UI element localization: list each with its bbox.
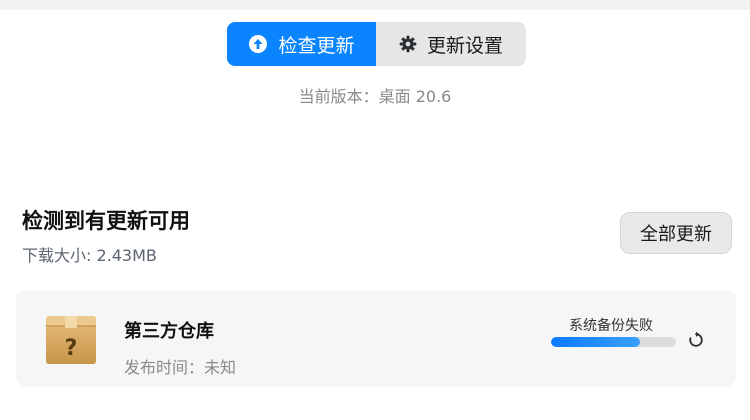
status-text: 系统备份失败 [569,318,653,334]
retry-icon[interactable] [687,331,705,349]
update-tabs: 检查更新 更新设置 [227,22,526,66]
package-name: 第三方仓库 [124,321,214,342]
progress-bar [551,337,676,347]
top-strip [0,0,750,10]
tab-update-settings[interactable]: 更新设置 [376,22,526,66]
update-all-button[interactable]: 全部更新 [620,212,732,254]
arrow-up-circle-icon [248,34,268,54]
progress-fill [551,337,640,347]
svg-text:?: ? [65,336,78,361]
tab-check-update-label: 检查更新 [278,34,355,57]
tab-check-update[interactable]: 检查更新 [227,22,376,66]
update-item-card: ? 第三方仓库 发布时间：未知 系统备份失败 [16,290,736,387]
package-box-question-icon: ? [45,314,97,366]
download-size: 下载大小: 2.43MB [22,246,157,265]
gear-icon [399,35,417,53]
updates-available-title: 检测到有更新可用 [22,209,190,233]
release-date: 发布时间：未知 [124,358,237,377]
current-version: 当前版本：桌面 20.6 [298,87,452,106]
tab-update-settings-label: 更新设置 [426,34,503,57]
